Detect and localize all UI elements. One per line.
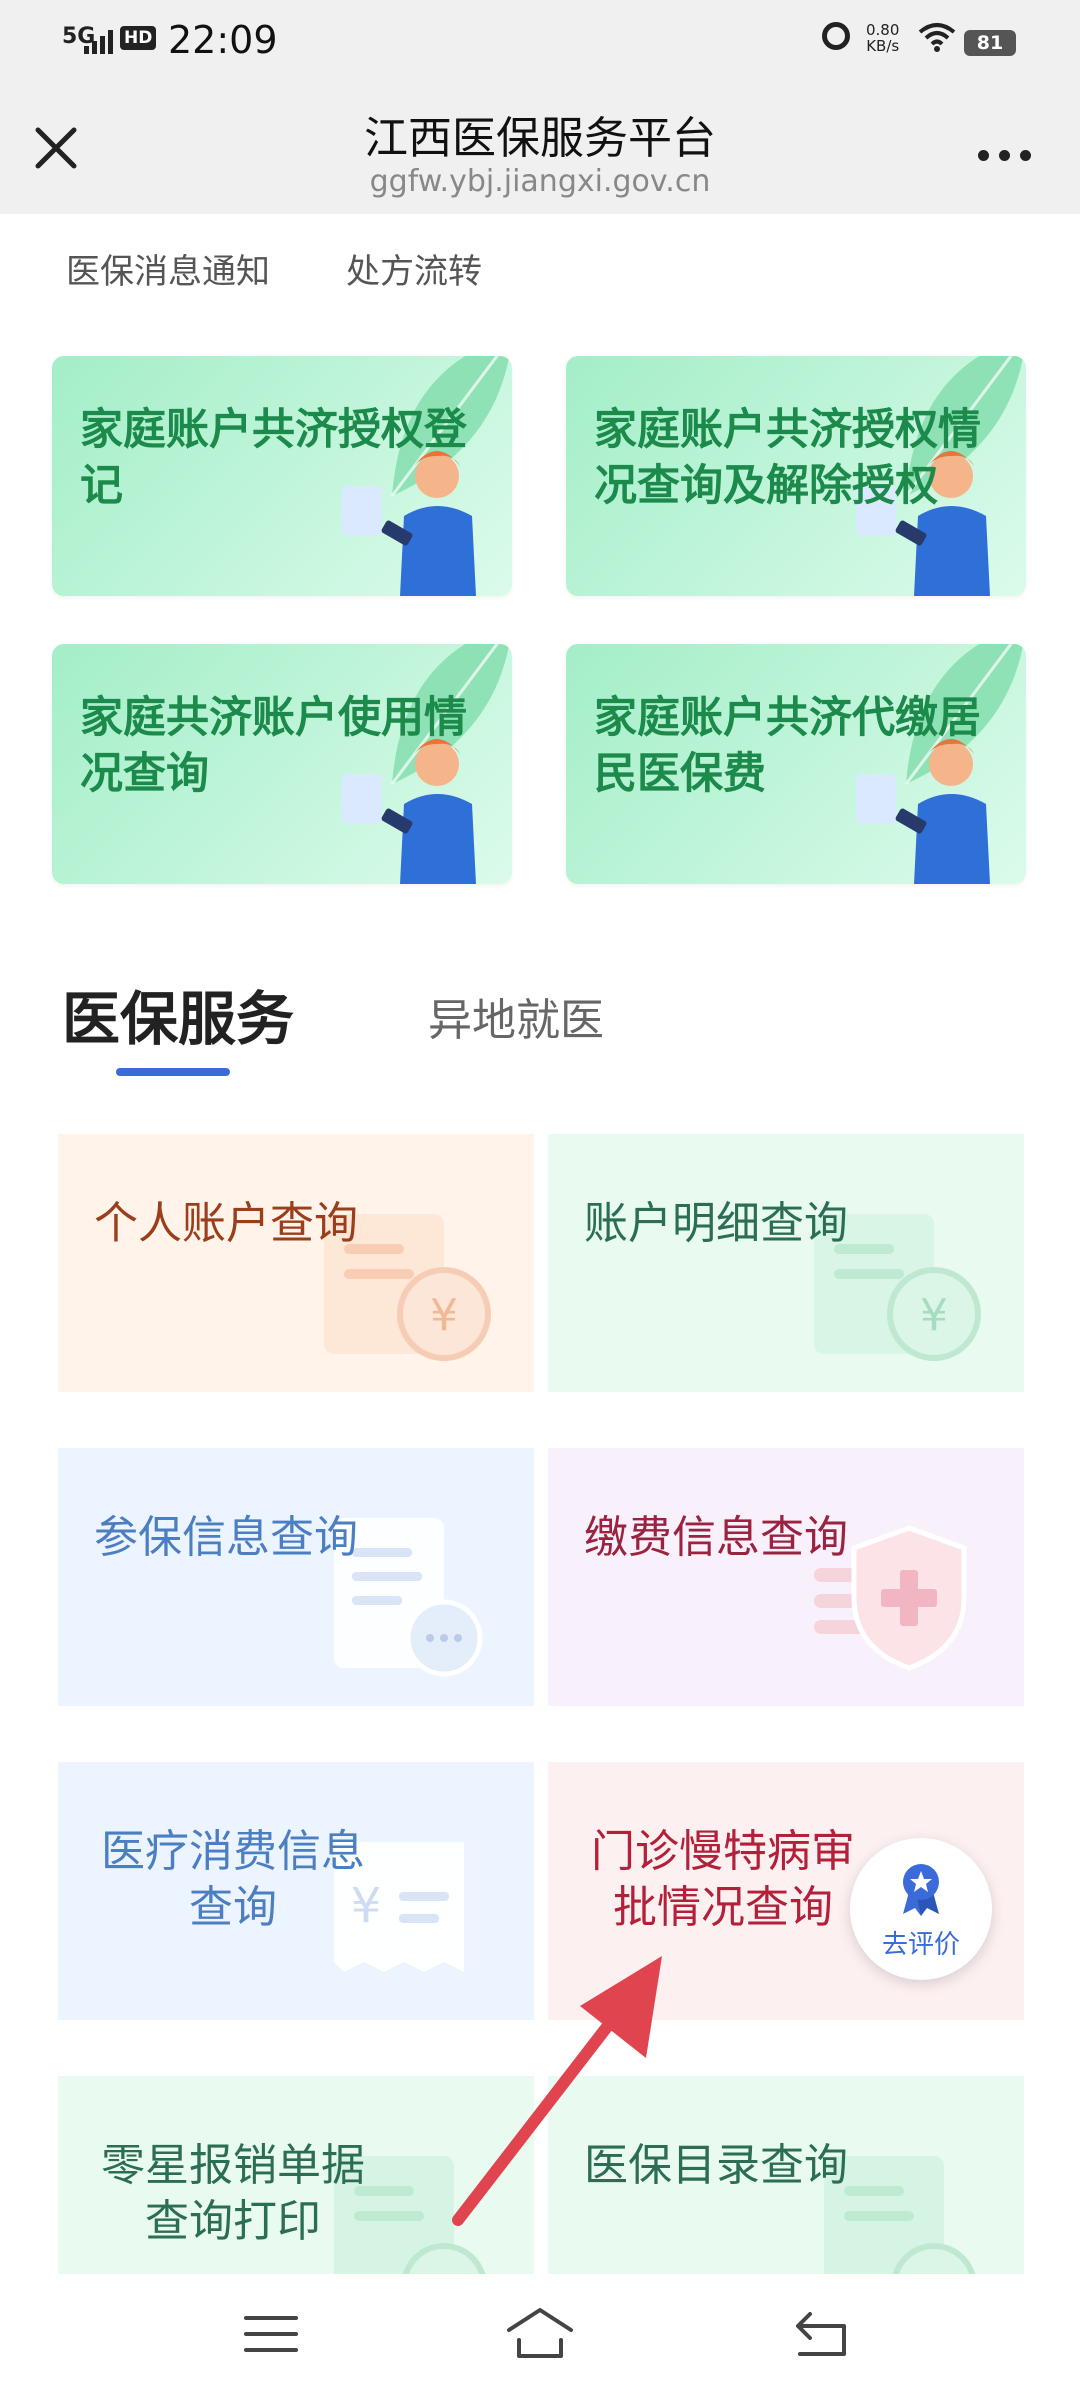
- tab-insurance-services[interactable]: 医保服务: [62, 972, 294, 1056]
- service-label-line1: 医疗消费信息: [101, 1826, 365, 1877]
- service-payment-info[interactable]: 缴费信息查询: [548, 1448, 1024, 1706]
- banner-family-account-usage[interactable]: 家庭共济账户使用情况查询: [52, 644, 512, 884]
- service-label: 账户明细查询: [584, 1196, 848, 1252]
- link-prescription-transfer[interactable]: 处方流转: [346, 244, 482, 293]
- banner-label: 家庭共济账户使用情况查询: [80, 693, 467, 799]
- tab-active-indicator: [116, 1068, 230, 1076]
- service-label-line1: 缴费信息查询: [584, 1512, 848, 1563]
- title-bar: 江西医保服务平台 ggfw.ybj.jiangxi.gov.cn: [0, 80, 1080, 214]
- banner-family-auth-register[interactable]: 家庭账户共济授权登记: [52, 356, 512, 596]
- more-dots-icon[interactable]: [970, 146, 1040, 166]
- service-label-line1: 参保信息查询: [94, 1512, 358, 1563]
- banner-label: 家庭账户共济授权登记: [80, 405, 467, 511]
- service-personal-account[interactable]: ¥ 个人账户查询: [58, 1134, 534, 1392]
- net-speed-unit: KB/s: [866, 37, 900, 55]
- service-label-line1: 门诊慢特病审: [591, 1826, 855, 1877]
- menu-icon[interactable]: [236, 2304, 306, 2364]
- banner-family-pay-premium[interactable]: 家庭账户共济代缴居民医保费: [566, 644, 1026, 884]
- service-label-line2: 查询打印: [145, 2196, 321, 2247]
- annotation-arrow-icon: [452, 1956, 662, 2226]
- medal-icon: [903, 1864, 939, 1916]
- hd-badge: HD: [120, 26, 157, 50]
- back-icon[interactable]: [786, 2304, 856, 2364]
- clock: 22:09: [168, 18, 278, 62]
- page-title: 江西医保服务平台: [364, 113, 716, 164]
- status-bar: 5G HD 22:09 0.80 KB/s 81: [0, 0, 1080, 80]
- home-icon[interactable]: [505, 2304, 575, 2364]
- svg-text:¥: ¥: [430, 1290, 458, 1341]
- banner-family-auth-query[interactable]: 家庭账户共济授权情况查询及解除授权: [566, 356, 1026, 596]
- banner-label: 家庭账户共济代缴居民医保费: [594, 693, 981, 799]
- system-nav-bar: [0, 2274, 1080, 2400]
- tab-remote-medical[interactable]: 异地就医: [428, 984, 604, 1048]
- service-label: 门诊慢特病审 批情况查询: [548, 1824, 898, 1936]
- alarm-icon: [822, 22, 850, 50]
- page-url: ggfw.ybj.jiangxi.gov.cn: [369, 164, 711, 199]
- service-label-line2: 批情况查询: [613, 1882, 833, 1933]
- service-label-line1: 个人账户查询: [94, 1198, 358, 1249]
- service-label-line1: 账户明细查询: [584, 1198, 848, 1249]
- service-label-line2: 查询: [189, 1882, 277, 1933]
- service-insurance-info[interactable]: 参保信息查询: [58, 1448, 534, 1706]
- service-label: 个人账户查询: [94, 1196, 358, 1252]
- signal-label: 5G: [62, 24, 96, 49]
- service-label: 缴费信息查询: [584, 1510, 848, 1566]
- net-speed: 0.80 KB/s: [866, 22, 899, 54]
- service-label-line1: 零星报销单据: [101, 2140, 365, 2191]
- service-account-details[interactable]: ¥ 账户明细查询: [548, 1134, 1024, 1392]
- service-label: 参保信息查询: [94, 1510, 358, 1566]
- link-insurance-notice[interactable]: 医保消息通知: [66, 244, 270, 293]
- service-label: 医疗消费信息 查询: [58, 1824, 408, 1936]
- service-label: 零星报销单据 查询打印: [58, 2138, 408, 2250]
- wifi-icon: [918, 23, 956, 52]
- banner-label: 家庭账户共济授权情况查询及解除授权: [594, 405, 981, 511]
- rate-button[interactable]: 去评价: [850, 1838, 992, 1980]
- battery-indicator: 81: [964, 30, 1016, 56]
- svg-text:¥: ¥: [920, 1290, 948, 1341]
- rate-button-label: 去评价: [881, 1930, 960, 1960]
